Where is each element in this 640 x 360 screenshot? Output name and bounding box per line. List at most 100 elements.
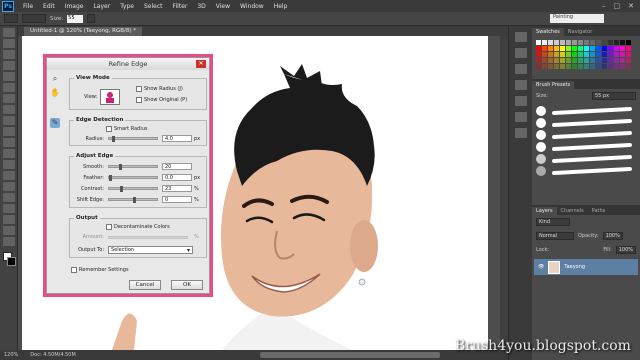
- brush-preset[interactable]: [536, 129, 636, 141]
- swatch[interactable]: [566, 40, 571, 45]
- character-icon[interactable]: [515, 64, 527, 74]
- brush-preset[interactable]: [536, 141, 636, 153]
- smooth-slider-thumb[interactable]: [119, 164, 122, 170]
- swatch[interactable]: [614, 40, 619, 45]
- brush-panel-icon[interactable]: [515, 96, 527, 106]
- remember-settings-row[interactable]: Remember Settings: [71, 267, 129, 273]
- swatch[interactable]: [572, 52, 577, 57]
- brush-preset[interactable]: [536, 165, 636, 177]
- smooth-input[interactable]: 20: [162, 163, 192, 170]
- swatch[interactable]: [566, 46, 571, 51]
- menu-edit[interactable]: Edit: [38, 3, 60, 10]
- hand-icon[interactable]: ✋: [50, 88, 60, 98]
- swatch[interactable]: [596, 52, 601, 57]
- swatch[interactable]: [626, 64, 631, 69]
- dodge-tool-icon[interactable]: [3, 171, 15, 180]
- menu-select[interactable]: Select: [139, 3, 168, 10]
- gradient-tool-icon[interactable]: [3, 149, 15, 158]
- swatch[interactable]: [578, 58, 583, 63]
- brush-preset[interactable]: [536, 117, 636, 129]
- swatch[interactable]: [608, 58, 613, 63]
- swatch[interactable]: [602, 46, 607, 51]
- swatch[interactable]: [554, 40, 559, 45]
- close-window-button[interactable]: ✕: [628, 2, 634, 10]
- quick-select-tool-icon[interactable]: [3, 61, 15, 70]
- background-color[interactable]: [7, 257, 16, 266]
- brush-preset[interactable]: [536, 153, 636, 165]
- paragraph-icon[interactable]: [515, 80, 527, 90]
- swatch[interactable]: [626, 40, 631, 45]
- swatch[interactable]: [620, 46, 625, 51]
- swatch[interactable]: [608, 64, 613, 69]
- color-swatches[interactable]: [3, 252, 16, 270]
- shape-tool-icon[interactable]: [3, 215, 15, 224]
- show-original-checkbox[interactable]: [136, 97, 142, 103]
- swatch[interactable]: [578, 52, 583, 57]
- workspace-selector[interactable]: Painting: [550, 14, 604, 23]
- tab-navigator[interactable]: Navigator: [564, 28, 596, 36]
- swatch[interactable]: [572, 58, 577, 63]
- document-tab[interactable]: Untitled-1 @ 120% (Taeyong, RGB/8) *: [24, 27, 143, 36]
- cancel-button[interactable]: Cancel: [129, 280, 161, 290]
- refine-radius-brush-icon[interactable]: ✎: [50, 118, 60, 128]
- swatch[interactable]: [572, 46, 577, 51]
- swatch[interactable]: [578, 40, 583, 45]
- swatch[interactable]: [608, 40, 613, 45]
- swatch[interactable]: [608, 46, 613, 51]
- swatch[interactable]: [554, 46, 559, 51]
- move-tool-icon[interactable]: [3, 28, 15, 37]
- swatch[interactable]: [566, 64, 571, 69]
- history-brush-tool-icon[interactable]: [3, 127, 15, 136]
- view-mode-thumbnail[interactable]: [100, 89, 121, 105]
- swatch[interactable]: [542, 64, 547, 69]
- swatch[interactable]: [602, 64, 607, 69]
- swatch[interactable]: [584, 52, 589, 57]
- swatch[interactable]: [590, 64, 595, 69]
- menu-3d[interactable]: 3D: [192, 3, 210, 10]
- blur-tool-icon[interactable]: [3, 160, 15, 169]
- swatch[interactable]: [578, 46, 583, 51]
- history-icon[interactable]: [515, 32, 527, 42]
- swatch[interactable]: [554, 58, 559, 63]
- show-original-row[interactable]: Show Original (P): [136, 97, 187, 103]
- swatch[interactable]: [560, 46, 565, 51]
- swatch[interactable]: [566, 58, 571, 63]
- zoom-tool-icon[interactable]: [3, 237, 15, 246]
- swatch[interactable]: [584, 46, 589, 51]
- vertical-scrollbar[interactable]: [500, 36, 508, 350]
- swatch-grid[interactable]: [532, 36, 640, 73]
- crop-tool-icon[interactable]: [3, 72, 15, 81]
- swatch[interactable]: [548, 40, 553, 45]
- ok-button[interactable]: OK: [171, 280, 203, 290]
- swatch[interactable]: [584, 40, 589, 45]
- properties-icon[interactable]: [515, 48, 527, 58]
- radius-slider[interactable]: [108, 136, 158, 142]
- swatch[interactable]: [590, 46, 595, 51]
- hand-tool-icon[interactable]: [3, 226, 15, 235]
- swatch[interactable]: [548, 58, 553, 63]
- show-radius-row[interactable]: Show Radius (J): [136, 86, 183, 92]
- swatch[interactable]: [620, 40, 625, 45]
- menu-layer[interactable]: Layer: [88, 3, 115, 10]
- swatch[interactable]: [584, 58, 589, 63]
- tab-layers[interactable]: Layers: [532, 207, 557, 215]
- feather-slider[interactable]: [108, 175, 158, 181]
- shift-edge-input[interactable]: 0: [162, 196, 192, 203]
- show-radius-checkbox[interactable]: [136, 86, 142, 92]
- horizontal-scrollbar[interactable]: [260, 352, 440, 358]
- brush-mode-buttons[interactable]: [22, 14, 46, 23]
- brush-preset[interactable]: [536, 105, 636, 117]
- contrast-input[interactable]: 23: [162, 185, 192, 192]
- menu-help[interactable]: Help: [269, 3, 293, 10]
- shift-edge-slider-thumb[interactable]: [133, 197, 136, 203]
- swatch[interactable]: [572, 40, 577, 45]
- swatch[interactable]: [620, 52, 625, 57]
- swatch[interactable]: [596, 46, 601, 51]
- swatch[interactable]: [536, 52, 541, 57]
- swatch[interactable]: [620, 64, 625, 69]
- maximize-button[interactable]: □: [614, 2, 621, 10]
- output-to-select[interactable]: Selection: [108, 246, 193, 254]
- tab-paths[interactable]: Paths: [588, 207, 610, 215]
- swatch[interactable]: [566, 52, 571, 57]
- menu-image[interactable]: Image: [60, 3, 89, 10]
